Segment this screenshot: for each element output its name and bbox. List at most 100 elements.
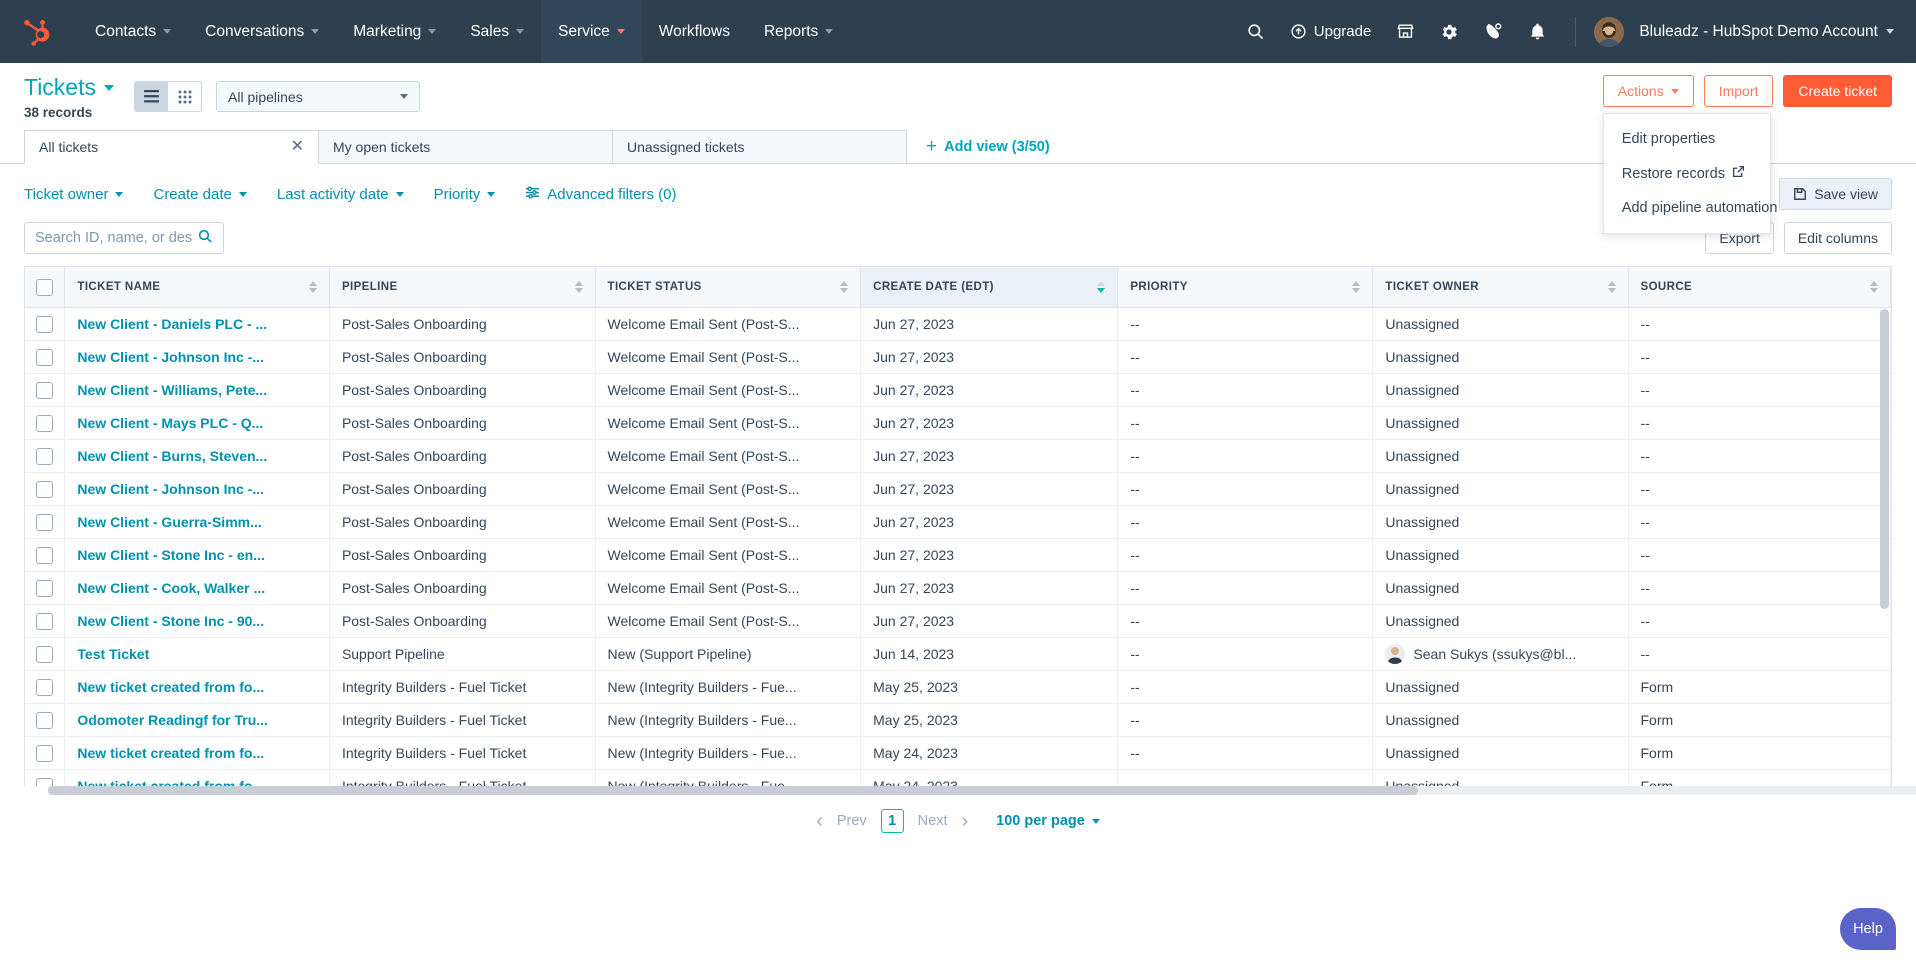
page-title[interactable]: Tickets bbox=[24, 74, 114, 100]
row-select-cell[interactable] bbox=[25, 439, 66, 473]
nav-item-conversations[interactable]: Conversations bbox=[188, 0, 336, 63]
search-box[interactable] bbox=[24, 222, 224, 255]
ticket-name-link[interactable]: New ticket created from fo... bbox=[77, 745, 264, 761]
horizontal-scrollbar-thumb[interactable] bbox=[48, 786, 1418, 796]
upgrade-button[interactable]: Upgrade bbox=[1280, 17, 1382, 46]
nav-item-marketing[interactable]: Marketing bbox=[336, 0, 453, 63]
table-row[interactable]: New ticket created from fo... Integrity B… bbox=[25, 769, 1891, 787]
ticket-name-link[interactable]: New Client - Williams, Pete... bbox=[77, 382, 267, 398]
menu-item-restore-records[interactable]: Restore records bbox=[1604, 156, 1770, 191]
board-view-button[interactable] bbox=[168, 81, 202, 112]
ticket-name-link[interactable]: New Client - Stone Inc - 90... bbox=[77, 613, 264, 629]
save-view-button[interactable]: Save view bbox=[1779, 178, 1892, 211]
cell-name[interactable]: New Client - Stone Inc - 90... bbox=[64, 604, 330, 638]
cell-name[interactable]: New Client - Mays PLC - Q... bbox=[64, 406, 330, 440]
sort-arrows-icon[interactable] bbox=[308, 281, 317, 294]
account-menu[interactable]: Bluleadz - HubSpot Demo Account bbox=[1639, 23, 1894, 41]
ticket-name-link[interactable]: New Client - Guerra-Simm... bbox=[77, 514, 261, 530]
row-select-cell[interactable] bbox=[25, 505, 66, 539]
import-button[interactable]: Import bbox=[1703, 75, 1774, 107]
prev-button[interactable]: Prev bbox=[837, 813, 867, 829]
row-checkbox[interactable] bbox=[36, 348, 54, 366]
row-checkbox[interactable] bbox=[36, 645, 54, 663]
help-button[interactable]: Help bbox=[1840, 908, 1896, 950]
search-icon[interactable] bbox=[197, 228, 213, 249]
cell-name[interactable]: New Client - Burns, Steven... bbox=[64, 439, 330, 473]
select-all-header[interactable] bbox=[25, 267, 66, 308]
next-button[interactable]: Next bbox=[918, 813, 948, 829]
filter-advanced-filters-0[interactable]: Advanced filters (0) bbox=[525, 185, 677, 204]
cell-name[interactable]: New ticket created from fo... bbox=[64, 736, 330, 770]
table-row[interactable]: New ticket created from fo... Integrity B… bbox=[25, 670, 1891, 704]
row-select-cell[interactable] bbox=[25, 637, 66, 671]
filter-create-date[interactable]: Create date bbox=[153, 186, 247, 203]
ticket-name-link[interactable]: Test Ticket bbox=[77, 646, 149, 662]
sort-arrows-icon[interactable] bbox=[1870, 281, 1878, 294]
row-select-cell[interactable] bbox=[25, 538, 66, 572]
notifications-bell-icon[interactable] bbox=[1517, 12, 1557, 52]
cell-name[interactable]: New Client - Stone Inc - en... bbox=[64, 538, 330, 572]
marketplace-icon[interactable] bbox=[1385, 12, 1425, 52]
ticket-name-link[interactable]: New Client - Johnson Inc -... bbox=[77, 349, 264, 365]
nav-item-sales[interactable]: Sales bbox=[453, 0, 541, 63]
sort-arrows-icon[interactable] bbox=[574, 281, 583, 294]
table-row[interactable]: New ticket created from fo... Integrity B… bbox=[25, 736, 1891, 770]
row-checkbox[interactable] bbox=[36, 315, 54, 333]
row-checkbox[interactable] bbox=[36, 579, 54, 597]
row-select-cell[interactable] bbox=[25, 769, 66, 787]
ticket-name-link[interactable]: New ticket created from fo... bbox=[77, 778, 264, 787]
actions-button[interactable]: Actions bbox=[1602, 75, 1694, 107]
table-row[interactable]: New Client - Stone Inc - en... Post-Sales… bbox=[25, 538, 1891, 572]
column-header-source[interactable]: SOURCE bbox=[1628, 267, 1891, 308]
row-select-cell[interactable] bbox=[25, 406, 66, 440]
sort-arrows-icon[interactable] bbox=[840, 281, 849, 294]
column-header-ticket-owner[interactable]: TICKET OWNER bbox=[1372, 267, 1629, 308]
nav-item-service[interactable]: Service bbox=[541, 0, 642, 63]
nav-item-reports[interactable]: Reports bbox=[747, 0, 850, 63]
filter-priority[interactable]: Priority bbox=[434, 186, 496, 203]
sort-arrows-icon[interactable] bbox=[1607, 281, 1616, 294]
hubspot-logo-icon[interactable] bbox=[18, 13, 56, 51]
cell-name[interactable]: Test Ticket bbox=[64, 637, 330, 671]
sort-arrows-icon[interactable] bbox=[1352, 281, 1361, 294]
table-row[interactable]: New Client - Daniels PLC - ... Post-Sales… bbox=[25, 307, 1891, 341]
table-row[interactable]: New Client - Cook, Walker ... Post-Sales … bbox=[25, 571, 1891, 605]
row-select-cell[interactable] bbox=[25, 472, 66, 506]
filter-last-activity-date[interactable]: Last activity date bbox=[277, 186, 404, 203]
create-ticket-button[interactable]: Create ticket bbox=[1783, 75, 1892, 107]
table-row[interactable]: New Client - Williams, Pete... Post-Sales… bbox=[25, 373, 1891, 407]
cell-name[interactable]: Odomoter Readingf for Tru... bbox=[64, 703, 330, 737]
row-select-cell[interactable] bbox=[25, 703, 66, 737]
sort-arrows-icon[interactable] bbox=[1097, 281, 1106, 294]
table-row[interactable]: New Client - Stone Inc - 90... Post-Sales… bbox=[25, 604, 1891, 638]
row-checkbox[interactable] bbox=[36, 480, 54, 498]
table-row[interactable]: New Client - Johnson Inc -... Post-Sales … bbox=[25, 472, 1891, 506]
settings-gear-icon[interactable] bbox=[1429, 12, 1469, 52]
search-input[interactable] bbox=[35, 230, 197, 247]
list-view-button[interactable] bbox=[134, 81, 168, 112]
table-row[interactable]: Test Ticket Support Pipeline New (Support … bbox=[25, 637, 1891, 671]
cell-name[interactable]: New Client - Cook, Walker ... bbox=[64, 571, 330, 605]
calling-icon[interactable] bbox=[1473, 12, 1513, 52]
column-header-priority[interactable]: PRIORITY bbox=[1117, 267, 1374, 308]
filter-ticket-owner[interactable]: Ticket owner bbox=[24, 186, 124, 203]
view-tab-all-tickets[interactable]: All tickets ✕ bbox=[24, 130, 319, 165]
cell-name[interactable]: New ticket created from fo... bbox=[64, 769, 330, 787]
close-icon[interactable]: ✕ bbox=[291, 139, 304, 155]
per-page-selector[interactable]: 100 per page bbox=[996, 813, 1100, 829]
table-row[interactable]: Odomoter Readingf for Tru... Integrity Bu… bbox=[25, 703, 1891, 737]
row-checkbox[interactable] bbox=[36, 447, 54, 465]
row-checkbox[interactable] bbox=[36, 414, 54, 432]
edit-columns-button[interactable]: Edit columns bbox=[1783, 222, 1892, 255]
row-select-cell[interactable] bbox=[25, 736, 66, 770]
table-row[interactable]: New Client - Mays PLC - Q... Post-Sales O… bbox=[25, 406, 1891, 440]
ticket-name-link[interactable]: Odomoter Readingf for Tru... bbox=[77, 712, 268, 728]
horizontal-scrollbar[interactable] bbox=[48, 786, 1916, 796]
row-select-cell[interactable] bbox=[25, 340, 66, 374]
row-checkbox[interactable] bbox=[36, 678, 54, 696]
row-checkbox[interactable] bbox=[36, 744, 54, 762]
row-checkbox[interactable] bbox=[36, 777, 54, 787]
ticket-name-link[interactable]: New Client - Burns, Steven... bbox=[77, 448, 267, 464]
row-select-cell[interactable] bbox=[25, 307, 66, 341]
column-header-ticket-name[interactable]: TICKET NAME bbox=[64, 267, 330, 308]
